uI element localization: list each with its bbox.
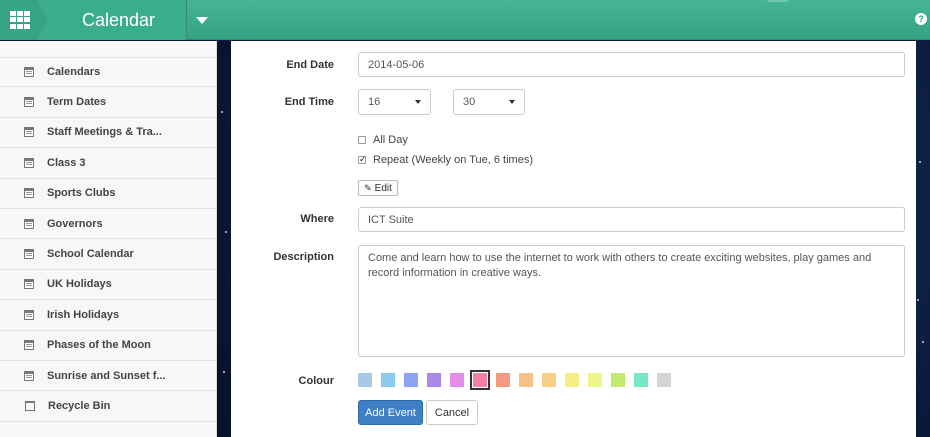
dropdown-arrow-icon — [509, 100, 515, 104]
colour-swatch[interactable] — [611, 373, 625, 387]
calendar-icon — [24, 157, 34, 168]
description-textarea[interactable]: Come and learn how to use the internet t… — [358, 245, 905, 357]
end-time-label: End Time — [284, 96, 334, 108]
colour-swatch[interactable] — [450, 373, 464, 387]
sidebar-item[interactable]: Class 3 — [0, 148, 216, 179]
sidebar-item-label: Sunrise and Sunset f... — [47, 369, 166, 382]
calendar-icon — [24, 188, 34, 199]
end-date-label: End Date — [286, 59, 334, 71]
sidebar-item-label: School Calendar — [47, 248, 134, 261]
sidebar-item[interactable]: UK Holidays — [0, 270, 216, 301]
checkbox-checked-icon — [358, 154, 367, 165]
description-label: Description — [273, 251, 334, 263]
sidebar-item-label: Class 3 — [47, 156, 86, 169]
end-hour-select[interactable]: 16 — [358, 89, 431, 115]
sidebar-item-label: Phases of the Moon — [47, 339, 151, 352]
colour-swatch[interactable] — [470, 370, 490, 390]
where-input[interactable]: ICT Suite — [358, 207, 905, 232]
add-event-label: Add Event — [365, 406, 416, 419]
colour-swatch[interactable] — [588, 373, 602, 387]
sidebar-item-label: Term Dates — [47, 96, 107, 109]
sidebar-item[interactable]: Recycle Bin — [0, 391, 216, 422]
calendar-icon — [24, 279, 34, 290]
checkbox-icon — [358, 136, 366, 144]
sidebar-item[interactable]: Governors — [0, 209, 216, 240]
calendar-icon — [24, 249, 34, 260]
cancel-label: Cancel — [434, 406, 470, 419]
colour-swatch[interactable] — [358, 373, 372, 387]
sidebar-item[interactable]: School Calendar — [0, 239, 216, 270]
colour-swatch[interactable] — [404, 373, 418, 387]
repeat-label: Repeat (Weekly on Tue, 6 times) — [373, 154, 533, 166]
sidebar-item[interactable]: Sports Clubs — [0, 179, 216, 209]
trash-icon — [25, 400, 35, 411]
calendar-icon — [24, 370, 34, 381]
end-date-input[interactable]: 2014-05-06 — [358, 52, 905, 77]
app-title-label: Calendar — [82, 9, 156, 30]
colour-swatch[interactable] — [542, 373, 556, 387]
sidebar-item-label: Staff Meetings & Tra... — [47, 126, 162, 139]
colour-swatch[interactable] — [565, 373, 579, 387]
where-value: ICT Suite — [368, 213, 414, 226]
colour-swatch[interactable] — [634, 373, 648, 387]
app-title: Calendar — [37, 0, 186, 40]
calendar-icon — [24, 340, 34, 351]
where-label: Where — [300, 213, 334, 225]
event-form: End Date 2014-05-06 End Time 16 30 All D… — [231, 41, 916, 437]
repeat-checkbox[interactable]: Repeat (Weekly on Tue, 6 times) — [358, 154, 533, 166]
calendar-icon — [24, 309, 34, 320]
sidebar-item-label: Governors — [47, 217, 103, 230]
calendar-icon — [24, 97, 34, 108]
calendar-icon — [24, 67, 34, 78]
sidebar-item-label: Irish Holidays — [47, 308, 120, 321]
edit-label: Edit — [374, 182, 392, 194]
end-minute-value: 30 — [463, 96, 476, 108]
add-event-button[interactable]: Add Event — [358, 400, 423, 425]
sidebar-item[interactable]: Irish Holidays — [0, 300, 216, 331]
sidebar-item[interactable]: Term Dates — [0, 87, 216, 118]
colour-swatch[interactable] — [381, 373, 395, 387]
app-switcher-dropdown[interactable] — [186, 0, 217, 40]
colour-label: Colour — [298, 375, 334, 387]
top-bar: Calendar ? — [0, 0, 930, 40]
description-value: Come and learn how to use the internet t… — [368, 252, 872, 279]
pencil-icon: ✎ — [364, 182, 372, 193]
calendar-icon — [24, 218, 34, 229]
calendar-icon — [24, 127, 34, 138]
sidebar-item-label: Recycle Bin — [48, 399, 111, 412]
colour-swatch[interactable] — [519, 373, 533, 387]
edit-repeat-button[interactable]: ✎ Edit — [358, 180, 398, 196]
sidebar-item-label: Calendars — [47, 66, 101, 79]
sidebar-item[interactable]: Phases of the Moon — [0, 331, 216, 361]
colour-swatch[interactable] — [496, 373, 510, 387]
header-divider — [768, 0, 788, 2]
end-date-value: 2014-05-06 — [368, 58, 425, 71]
sidebar-item[interactable]: Sunrise and Sunset f... — [0, 361, 216, 392]
all-day-label: All Day — [373, 134, 408, 146]
sidebar-item[interactable]: Staff Meetings & Tra... — [0, 118, 216, 149]
sidebar-item-label: Sports Clubs — [47, 187, 116, 200]
colour-swatch[interactable] — [657, 373, 671, 387]
end-minute-select[interactable]: 30 — [453, 89, 525, 115]
apps-menu-button[interactable] — [0, 0, 38, 40]
cancel-button[interactable]: Cancel — [426, 400, 478, 425]
question-circle-icon[interactable]: ? — [915, 13, 927, 25]
end-hour-value: 16 — [368, 96, 381, 108]
sidebar-item-label: UK Holidays — [47, 278, 112, 291]
caret-down-icon — [196, 16, 208, 24]
dropdown-arrow-icon — [415, 100, 421, 104]
sidebar: Calendars Term Dates Staff Meetings & Tra.… — [0, 41, 217, 437]
grid-icon — [10, 11, 30, 29]
colour-swatch[interactable] — [427, 373, 441, 387]
sidebar-item[interactable]: Calendars — [0, 57, 216, 88]
colour-picker — [358, 370, 680, 390]
all-day-checkbox[interactable]: All Day — [358, 134, 408, 146]
